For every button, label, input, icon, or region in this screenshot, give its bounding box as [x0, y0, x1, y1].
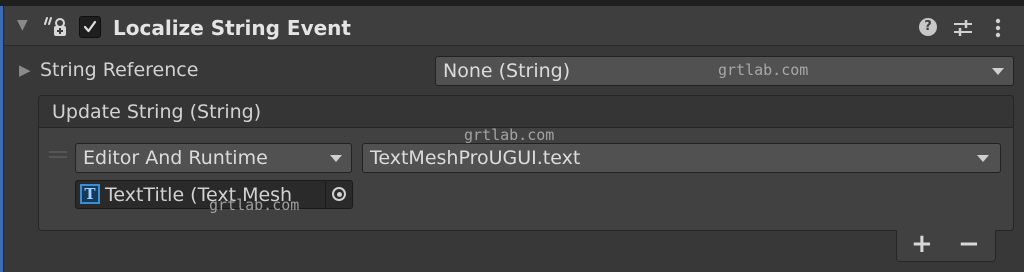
object-picker-icon[interactable]	[325, 182, 352, 208]
remove-listener-button[interactable]: −	[958, 231, 980, 257]
dropdown-arrow-icon	[330, 155, 342, 162]
watermark: grtlab.com	[209, 196, 300, 214]
event-header-label: Update String (String)	[52, 101, 262, 123]
dropdown-arrow-icon	[977, 155, 989, 162]
string-reference-label: String Reference	[40, 59, 199, 81]
checkmark-icon	[83, 20, 97, 33]
localize-event-icon	[44, 14, 68, 38]
call-state-value: Editor And Runtime	[83, 147, 268, 169]
call-state-dropdown[interactable]: Editor And Runtime	[75, 143, 352, 173]
function-dropdown[interactable]: TextMeshProUGUI.text	[362, 143, 1001, 173]
watermark: grtlab.com	[464, 126, 555, 144]
drag-handle-icon[interactable]	[49, 156, 67, 158]
function-value: TextMeshProUGUI.text	[370, 147, 581, 169]
textmeshpro-icon: T	[80, 184, 100, 204]
dropdown-arrow-icon	[992, 68, 1004, 75]
presets-icon[interactable]	[952, 17, 974, 39]
expand-arrow-icon[interactable]: ▶	[19, 61, 31, 79]
kebab-menu-icon[interactable]	[990, 17, 1006, 39]
add-listener-button[interactable]: +	[911, 231, 933, 257]
help-icon[interactable]: ?	[919, 18, 937, 36]
collapse-arrow-icon[interactable]: ▼	[17, 17, 28, 33]
watermark: grtlab.com	[718, 61, 809, 79]
component-title: Localize String Event	[113, 16, 351, 40]
enabled-checkbox[interactable]	[79, 16, 101, 38]
drag-handle-icon[interactable]	[49, 151, 67, 153]
string-reference-value: None (String)	[443, 60, 571, 82]
